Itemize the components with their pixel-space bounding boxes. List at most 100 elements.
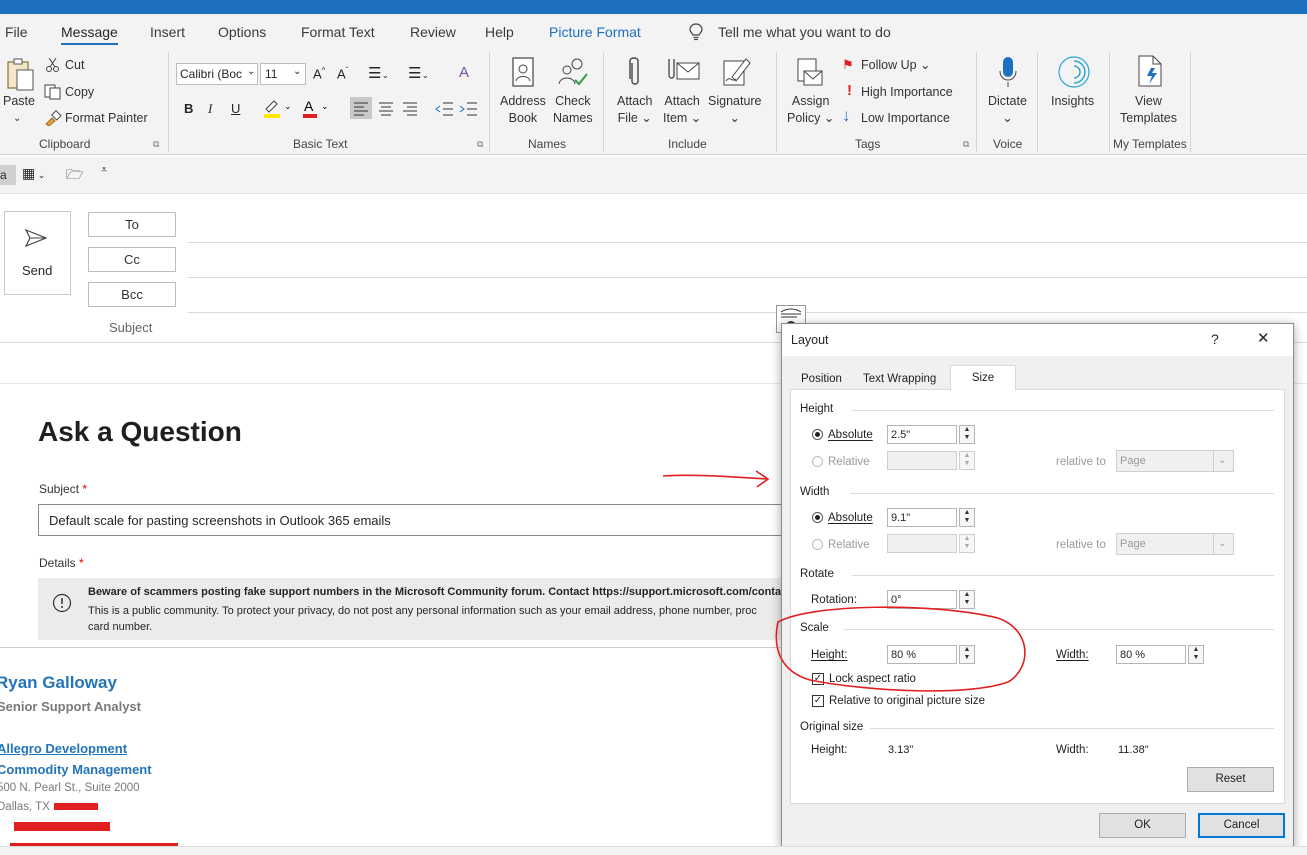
width-relative-radio[interactable] [812,539,823,550]
shrink-font-icon[interactable]: Aˇ [337,66,348,81]
signature-phone-prefix: : [0,821,1,832]
signature-name: Ryan Galloway [0,673,117,692]
highlight-icon[interactable]: ⌄ [262,97,292,122]
width-relative-spinner[interactable]: ▲ ▼ [959,534,975,553]
height-absolute-input[interactable]: 2.5" [887,425,957,444]
clipboard-group-label: Clipboard [39,137,91,151]
bold-icon[interactable]: B [184,101,193,116]
basic-text-launcher-icon[interactable]: ⧉ [477,139,483,150]
tab-format-text[interactable]: Format Text [301,24,375,40]
height-relative-to-select[interactable]: Page ⌄ [1116,450,1234,472]
decrease-indent-icon[interactable] [434,97,456,122]
view-templates-button[interactable]: View Templates [1120,93,1177,127]
height-relative-to-label: relative to [1056,456,1106,468]
to-field-line [188,242,1307,243]
table-icon[interactable]: ▦ ⌄ [22,165,45,182]
basic-text-group-label: Basic Text [293,137,348,151]
tags-group-label: Tags [855,137,881,151]
tell-me-search[interactable]: Tell me what you want to do [718,24,891,40]
height-absolute-radio[interactable] [812,429,823,440]
width-absolute-radio[interactable] [812,512,823,523]
align-right-icon[interactable] [399,97,421,122]
customize-toolbar-icon[interactable]: ⩡ [101,164,107,177]
copy-icon [44,84,62,103]
tab-help[interactable]: Help [485,24,514,40]
font-name-combobox[interactable]: Calibri (Boc ⌄ [176,63,258,85]
original-size-section-label: Original size [800,721,864,733]
numbering-icon[interactable]: ☰⌄ [408,64,429,82]
attach-item-button[interactable]: Attach Item ⌄ [663,93,701,127]
height-relative-input[interactable] [887,451,957,470]
signature-button[interactable]: Signature ⌄ [708,93,762,127]
paste-button[interactable] [4,58,36,95]
copy-button[interactable]: Copy [65,84,94,101]
tab-position[interactable]: Position [801,373,842,385]
align-center-icon[interactable] [375,97,397,122]
tab-options[interactable]: Options [218,24,266,40]
align-left-icon[interactable] [350,97,372,119]
width-relative-label: Relative [828,539,870,551]
width-relative-to-select[interactable]: Page ⌄ [1116,533,1234,555]
attach-file-button[interactable]: Attach File ⌄ [617,93,652,127]
quick-access-toolbar: a ▦ ⌄ 🗁 ⩡ [0,157,1307,194]
scale-width-spinner[interactable]: ▲ ▼ [1188,645,1204,664]
format-painter-button[interactable]: Format Painter [65,110,148,127]
tab-review[interactable]: Review [410,24,456,40]
relative-original-checkbox[interactable]: ✓ [812,695,824,707]
low-importance-button[interactable]: Low Importance [861,110,950,127]
height-relative-spinner[interactable]: ▲ ▼ [959,451,975,470]
follow-up-button[interactable]: Follow Up ⌄ [861,57,931,74]
signature-company-link[interactable]: Allegro Development [0,741,127,756]
cc-button[interactable]: Cc [88,247,176,272]
font-size-combobox[interactable]: 11 ⌄ [260,63,306,85]
insights-icon [1057,55,1091,92]
bcc-button[interactable]: Bcc [88,282,176,307]
styles-icon[interactable]: a [0,165,16,185]
clear-formatting-icon[interactable]: A [459,64,469,81]
tab-size[interactable]: Size [950,365,1016,391]
folder-icon[interactable]: 🗁 [66,164,83,188]
height-absolute-spinner[interactable]: ▲ ▼ [959,425,975,444]
address-book-button[interactable]: Address Book [500,93,546,127]
scale-width-input[interactable]: 80 % [1116,645,1186,664]
low-importance-icon: ↓ [842,106,851,125]
italic-icon[interactable]: I [208,101,212,117]
notice-text: This is a public community. To protect y… [88,605,757,617]
insights-button[interactable]: Insights [1051,93,1094,110]
cc-field-line [188,277,1307,278]
high-importance-button[interactable]: High Importance [861,84,953,101]
cancel-button[interactable]: Cancel [1198,813,1285,838]
tags-launcher-icon[interactable]: ⧉ [963,139,969,150]
font-color-icon[interactable]: A ⌄ [301,97,331,122]
tab-file[interactable]: File [5,24,28,40]
width-relative-input[interactable] [887,534,957,553]
check-names-button[interactable]: Check Names [553,93,593,127]
bullets-icon[interactable]: ☰⌄ [368,64,389,82]
microphone-icon [997,55,1019,92]
assign-policy-button[interactable]: Assign Policy ⌄ [787,93,834,127]
underline-icon[interactable]: U [231,101,240,116]
height-relative-radio[interactable] [812,456,823,467]
group-separator [1037,52,1038,152]
tab-message[interactable]: Message [61,24,118,45]
width-absolute-input[interactable]: 9.1" [887,508,957,527]
height-section-label: Height [800,403,834,415]
ok-button[interactable]: OK [1099,813,1186,838]
paste-dropdown-icon[interactable]: ⌄ [13,110,21,127]
close-icon[interactable]: ✕ [1257,329,1270,347]
redaction-bar [14,822,110,831]
cut-button[interactable]: Cut [65,57,84,74]
tab-text-wrapping[interactable]: Text Wrapping [863,373,936,385]
send-button[interactable]: Send [4,211,71,295]
dictate-button[interactable]: Dictate ⌄ [988,93,1027,127]
increase-indent-icon[interactable] [458,97,480,122]
tab-insert[interactable]: Insert [150,24,185,40]
reset-button[interactable]: Reset [1187,767,1274,792]
grow-font-icon[interactable]: A^ [313,66,325,81]
to-button[interactable]: To [88,212,176,237]
tab-picture-format[interactable]: Picture Format [549,24,641,40]
width-absolute-spinner[interactable]: ▲ ▼ [959,508,975,527]
subject-textbox[interactable]: Default scale for pasting screenshots in… [38,504,783,536]
clipboard-launcher-icon[interactable]: ⧉ [153,139,159,150]
help-button[interactable]: ? [1211,331,1219,347]
